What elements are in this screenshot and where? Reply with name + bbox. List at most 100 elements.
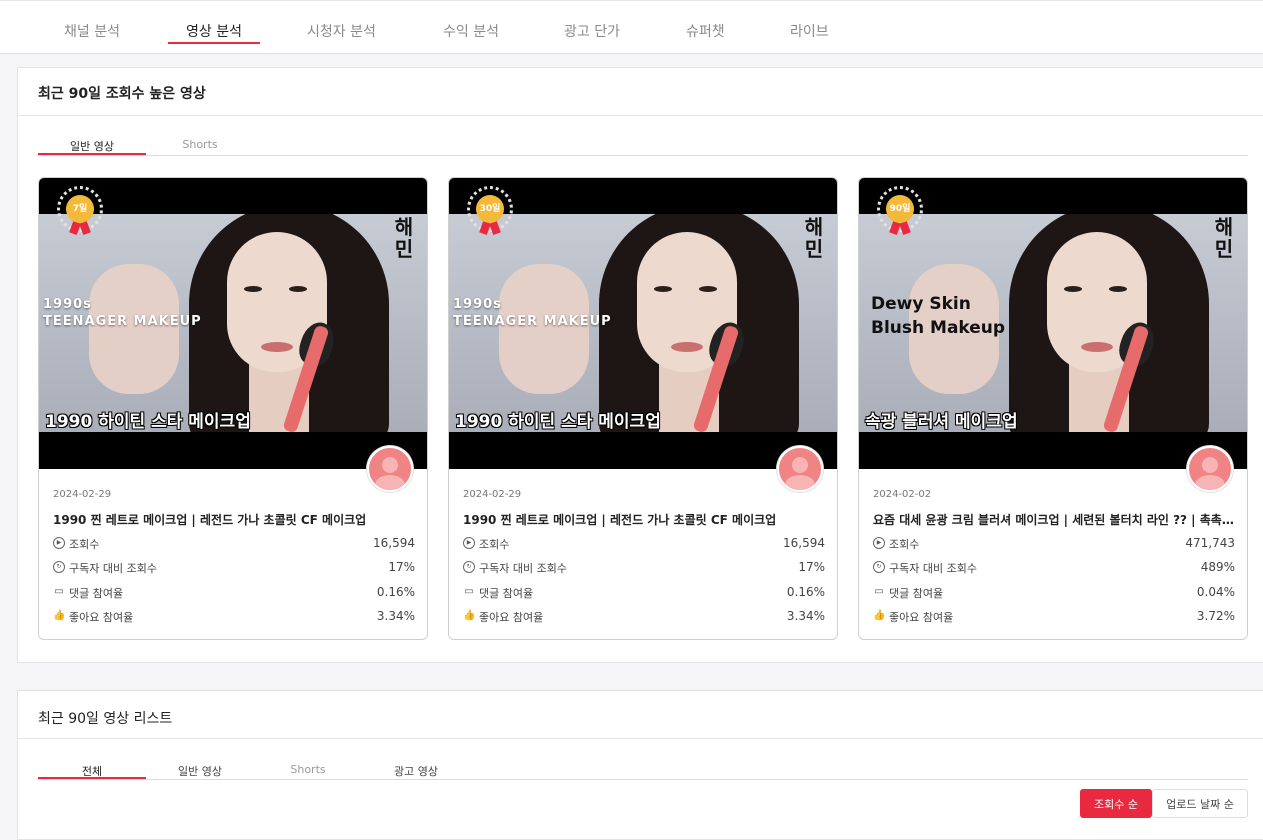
- tab-video-analysis[interactable]: 영상 분석: [168, 21, 260, 44]
- stat-row: ▶ 조회수 16,594: [53, 536, 415, 552]
- stat-value: 16,594: [783, 536, 825, 550]
- channel-brand-text: 해민: [1214, 215, 1234, 261]
- panel-title: 최근 90일 영상 리스트: [38, 711, 173, 727]
- subtab-regular-videos[interactable]: 일반 영상: [38, 138, 146, 155]
- stat-row: ▭ 댓글 참여율 0.16%: [463, 585, 825, 601]
- avatar-body: [785, 475, 815, 490]
- video-thumbnail[interactable]: 1990s TEENAGER MAKEUP 1990 하이틴 스타 메이크업 해…: [39, 178, 427, 469]
- sort-label: 조회수 순: [1094, 798, 1138, 811]
- stat-row: ▶ 조회수 471,743: [873, 536, 1235, 552]
- subtab-shorts[interactable]: Shorts: [146, 138, 254, 155]
- subtab-shorts[interactable]: Shorts: [254, 763, 362, 779]
- tab-label: 영상 분석: [186, 24, 242, 40]
- sort-label: 업로드 날짜 순: [1166, 798, 1234, 811]
- active-tab-underline: [168, 42, 260, 44]
- eye-shape: [289, 286, 307, 292]
- eye-shape: [1064, 286, 1082, 292]
- video-thumbnail[interactable]: Dewy Skin Blush Makeup 속광 블러셔 메이크업 해민 90…: [859, 178, 1247, 469]
- channel-brand-text: 해민: [394, 215, 414, 261]
- comment-icon: ▭: [464, 586, 474, 597]
- stat-row: 👍 좋아요 참여율 3.34%: [53, 609, 415, 625]
- stat-row: ↻ 구독자 대비 조회수 489%: [873, 560, 1235, 576]
- thumbnail-english-text: Dewy Skin Blush Makeup: [871, 292, 1005, 340]
- channel-avatar[interactable]: [1187, 446, 1233, 492]
- stat-label: 좋아요 참여율: [69, 611, 134, 624]
- thumbnail-english-line: 1990s: [43, 297, 92, 312]
- stat-label: 조회수: [69, 538, 100, 551]
- tab-ad-price[interactable]: 광고 단가: [564, 21, 620, 41]
- channel-avatar[interactable]: [367, 446, 413, 492]
- eye-shape: [244, 286, 262, 292]
- video-title[interactable]: 요즘 대세 윤광 크림 블러셔 메이크업 | 세련된 볼터치 라인 ?? | 촉…: [873, 511, 1235, 528]
- subtab-label: 광고 영상: [394, 765, 438, 778]
- eye-shape: [699, 286, 717, 292]
- stat-row: ↻ 구독자 대비 조회수 17%: [463, 560, 825, 576]
- thumbnail-english-line: TEENAGER MAKEUP: [453, 314, 612, 329]
- tab-label: 라이브: [790, 24, 829, 40]
- stat-value: 17%: [798, 560, 825, 574]
- lip-shape: [261, 342, 293, 352]
- thumbnail-korean-text: 1990 하이틴 스타 메이크업: [45, 412, 251, 432]
- thumbnail-image: 1990s TEENAGER MAKEUP 1990 하이틴 스타 메이크업 해…: [39, 214, 427, 432]
- comment-icon: ▭: [874, 586, 884, 597]
- stat-value: 16,594: [373, 536, 415, 550]
- video-list-tabs: 전체 일반 영상 Shorts 광고 영상: [38, 763, 1248, 780]
- subtab-regular-videos[interactable]: 일반 영상: [146, 763, 254, 779]
- stat-value: 3.34%: [376, 609, 415, 623]
- video-title[interactable]: 1990 찐 레트로 메이크업 | 레전드 가나 초콜릿 CF 메이크업: [53, 511, 415, 528]
- thumbnail-image: Dewy Skin Blush Makeup 속광 블러셔 메이크업 해민: [859, 214, 1247, 432]
- tab-label: 시청자 분석: [307, 24, 376, 40]
- tab-live[interactable]: 라이브: [790, 21, 829, 41]
- stat-row: 👍 좋아요 참여율 3.34%: [463, 609, 825, 625]
- stat-value: 489%: [1200, 560, 1235, 574]
- avatar-body: [1195, 475, 1225, 490]
- sort-by-views-button[interactable]: 조회수 순: [1080, 789, 1152, 818]
- tab-label: 광고 단가: [564, 24, 620, 40]
- sort-by-upload-date-button[interactable]: 업로드 날짜 순: [1152, 789, 1248, 818]
- lip-shape: [671, 342, 703, 352]
- video-card[interactable]: 1990s TEENAGER MAKEUP 1990 하이틴 스타 메이크업 해…: [38, 177, 428, 640]
- thumbnail-english-line: 1990s: [453, 297, 502, 312]
- thumbs-up-icon: 👍: [53, 610, 66, 621]
- channel-avatar[interactable]: [777, 446, 823, 492]
- stat-label: 댓글 참여율: [479, 587, 534, 600]
- tab-viewer-analysis[interactable]: 시청자 분석: [307, 21, 376, 41]
- subtab-ad-videos[interactable]: 광고 영상: [362, 763, 470, 779]
- panel-title: 최근 90일 조회수 높은 영상: [38, 86, 206, 102]
- stat-value: 17%: [388, 560, 415, 574]
- upload-date: 2024-02-29: [463, 489, 522, 500]
- subtab-label: Shorts: [290, 763, 326, 776]
- thumbnail-korean-text: 속광 블러셔 메이크업: [865, 412, 1018, 432]
- tab-label: 수익 분석: [443, 24, 499, 40]
- stat-row: ▭ 댓글 참여율 0.16%: [53, 585, 415, 601]
- stat-row: ↻ 구독자 대비 조회수 17%: [53, 560, 415, 576]
- video-type-tabs: 일반 영상 Shorts: [38, 138, 1248, 156]
- thumbs-up-icon: 👍: [873, 610, 886, 621]
- thumbnail-english-line: Blush Makeup: [871, 318, 1006, 338]
- video-card[interactable]: Dewy Skin Blush Makeup 속광 블러셔 메이크업 해민 90…: [858, 177, 1248, 640]
- subtab-all[interactable]: 전체: [38, 763, 146, 779]
- subtab-label: 전체: [81, 765, 103, 778]
- tab-superchat[interactable]: 슈퍼챗: [686, 21, 725, 41]
- ranking-medal-icon: 7일: [57, 186, 107, 236]
- stat-value: 0.04%: [1196, 585, 1235, 599]
- period-badge: 90일: [886, 195, 914, 223]
- stat-value: 3.72%: [1196, 609, 1235, 623]
- stat-label: 구독자 대비 조회수: [479, 562, 567, 575]
- panel-divider: [18, 115, 1263, 116]
- play-circle-icon: ▶: [53, 537, 65, 549]
- video-thumbnail[interactable]: 1990s TEENAGER MAKEUP 1990 하이틴 스타 메이크업 해…: [449, 178, 837, 469]
- video-title[interactable]: 1990 찐 레트로 메이크업 | 레전드 가나 초콜릿 CF 메이크업: [463, 511, 825, 528]
- thumbs-up-icon: 👍: [463, 610, 476, 621]
- tab-channel-analysis[interactable]: 채널 분석: [64, 21, 120, 41]
- subtab-label: Shorts: [182, 138, 218, 151]
- stat-label: 구독자 대비 조회수: [69, 562, 157, 575]
- stat-label: 댓글 참여율: [889, 587, 944, 600]
- eye-shape: [1109, 286, 1127, 292]
- video-card[interactable]: 1990s TEENAGER MAKEUP 1990 하이틴 스타 메이크업 해…: [448, 177, 838, 640]
- tab-revenue-analysis[interactable]: 수익 분석: [443, 21, 499, 41]
- stat-value: 471,743: [1185, 536, 1235, 550]
- analysis-nav: 채널 분석 영상 분석 시청자 분석 수익 분석 광고 단가 슈퍼챗 라이브: [0, 0, 1263, 54]
- period-badge: 30일: [476, 195, 504, 223]
- tab-label: 채널 분석: [64, 24, 120, 40]
